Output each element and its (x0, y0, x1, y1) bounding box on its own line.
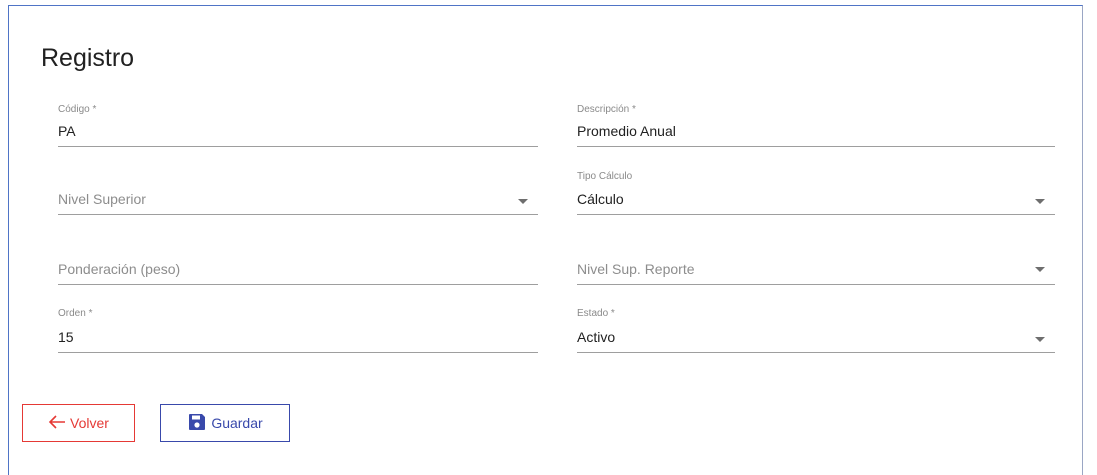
codigo-label: Código * (58, 104, 97, 115)
tipo-calculo-label: Tipo Cálculo (577, 171, 633, 182)
descripcion-underline (577, 146, 1055, 147)
ponderacion-field[interactable]: Ponderación (peso) (58, 238, 538, 288)
nivel-superior-select[interactable]: Nivel Superior (58, 168, 538, 218)
save-button-label: Guardar (211, 415, 263, 431)
orden-field[interactable]: Orden * 15 (58, 306, 538, 356)
chevron-down-icon[interactable] (1035, 337, 1045, 342)
back-button-label: Volver (70, 415, 109, 431)
estado-underline (577, 352, 1055, 353)
orden-label: Orden * (58, 308, 93, 319)
ponderacion-underline (58, 284, 538, 285)
descripcion-field[interactable]: Descripción * Promedio Anual (577, 100, 1055, 150)
back-button[interactable]: Volver (22, 404, 135, 442)
descripcion-label: Descripción * (577, 104, 636, 115)
codigo-value[interactable]: PA (58, 123, 76, 139)
save-button[interactable]: Guardar (160, 404, 290, 442)
nivel-superior-placeholder: Nivel Superior (58, 191, 146, 207)
orden-underline (58, 352, 538, 353)
chevron-down-icon[interactable] (1035, 199, 1045, 204)
estado-value[interactable]: Activo (577, 329, 615, 345)
orden-value[interactable]: 15 (58, 329, 74, 345)
nivel-superior-underline (58, 214, 538, 215)
tipo-calculo-select[interactable]: Tipo Cálculo Cálculo (577, 168, 1055, 218)
nivel-sup-reporte-select[interactable]: Nivel Sup. Reporte (577, 238, 1055, 288)
estado-label: Estado * (577, 308, 615, 319)
nivel-sup-reporte-placeholder: Nivel Sup. Reporte (577, 261, 695, 277)
floppy-disk-icon (187, 412, 207, 435)
chevron-down-icon[interactable] (518, 199, 528, 204)
chevron-down-icon[interactable] (1035, 267, 1045, 272)
tipo-calculo-value[interactable]: Cálculo (577, 191, 624, 207)
page-title: Registro (41, 44, 135, 72)
estado-select[interactable]: Estado * Activo (577, 306, 1055, 356)
tipo-calculo-underline (577, 214, 1055, 215)
nivel-sup-reporte-underline (577, 284, 1055, 285)
ponderacion-placeholder: Ponderación (peso) (58, 261, 181, 277)
descripcion-value[interactable]: Promedio Anual (577, 123, 676, 139)
arrow-left-icon (48, 414, 66, 432)
codigo-field[interactable]: Código * PA (58, 100, 538, 150)
codigo-underline (58, 146, 538, 147)
